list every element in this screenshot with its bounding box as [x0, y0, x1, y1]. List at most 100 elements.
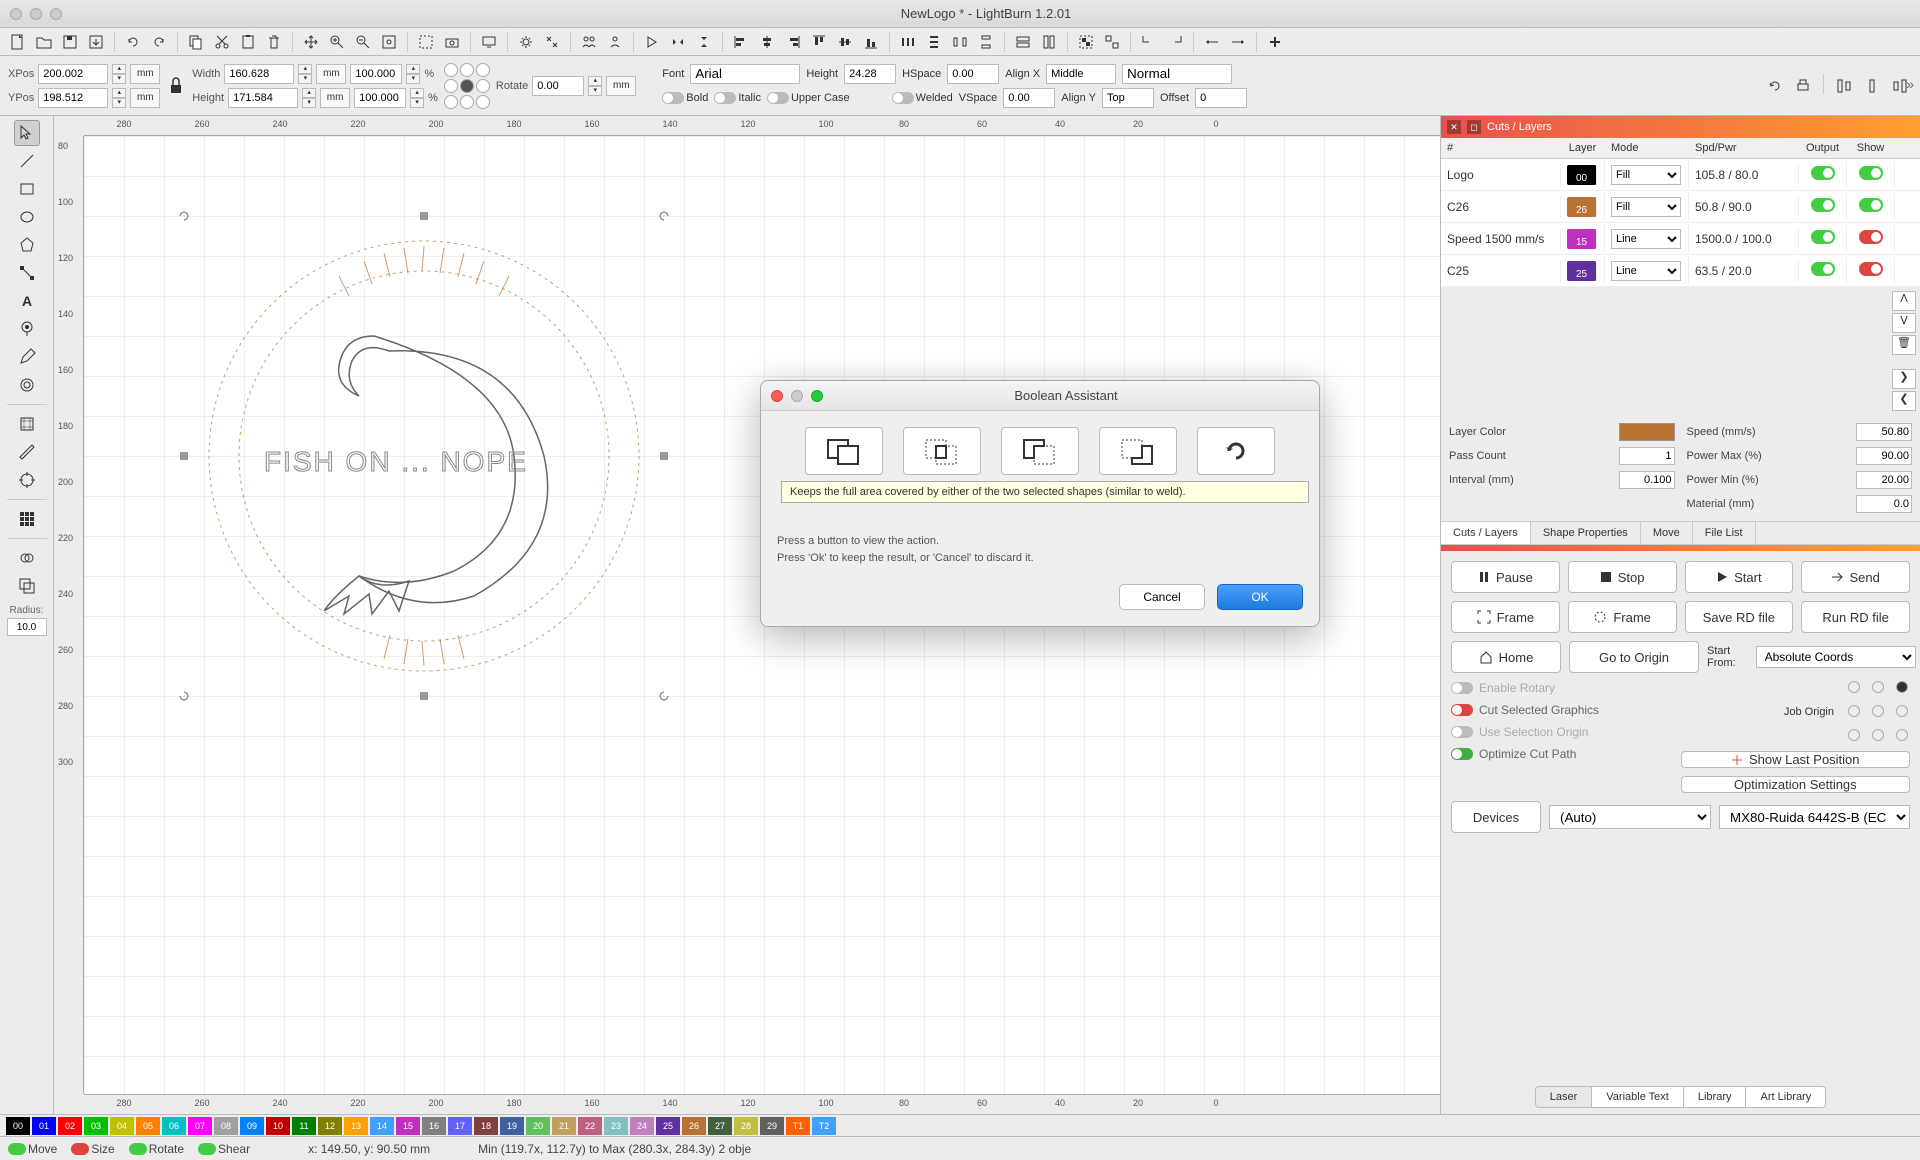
output-toggle[interactable]: [1811, 198, 1835, 212]
height-pct-spinner[interactable]: ▴▾: [410, 88, 424, 108]
material-input[interactable]: [1856, 495, 1912, 513]
tab-move[interactable]: Move: [1641, 522, 1693, 544]
delete-button[interactable]: [262, 30, 286, 54]
powermin-input[interactable]: [1856, 471, 1912, 489]
palette-color[interactable]: 03: [84, 1117, 108, 1135]
select-tool[interactable]: [14, 120, 40, 146]
stop-button[interactable]: Stop: [1568, 561, 1677, 593]
overflow-chevron-icon[interactable]: »: [1906, 76, 1914, 92]
home-button[interactable]: Home: [1451, 641, 1561, 673]
align-v-icon[interactable]: [1832, 74, 1856, 98]
mirror-h-button[interactable]: [666, 30, 690, 54]
palette-color[interactable]: 16: [422, 1117, 446, 1135]
height-pct-input[interactable]: [354, 88, 406, 108]
shear-toggle[interactable]: Shear: [198, 1142, 250, 1156]
redo-button[interactable]: [147, 30, 171, 54]
cancel-button[interactable]: Cancel: [1119, 584, 1205, 610]
pause-button[interactable]: Pause: [1451, 561, 1560, 593]
select-marquee-button[interactable]: [414, 30, 438, 54]
vspace-input[interactable]: [1003, 88, 1055, 108]
palette-color[interactable]: 11: [292, 1117, 316, 1135]
minimize-icon[interactable]: [30, 8, 42, 20]
frame-button[interactable]: Frame: [1451, 601, 1560, 633]
radius-input[interactable]: [7, 618, 47, 636]
layer-up-button[interactable]: ᐱ: [1892, 291, 1916, 311]
dialog-minimize-icon[interactable]: [791, 390, 803, 402]
output-toggle[interactable]: [1811, 166, 1835, 180]
polygon-tool[interactable]: [14, 232, 40, 258]
palette-color[interactable]: 18: [474, 1117, 498, 1135]
enable-rotary-toggle[interactable]: Enable Rotary: [1451, 681, 1681, 695]
new-file-button[interactable]: [6, 30, 30, 54]
align-center-h-button[interactable]: [755, 30, 779, 54]
palette-color[interactable]: 12: [318, 1117, 342, 1135]
palette-color[interactable]: 10: [266, 1117, 290, 1135]
tab-cuts-layers[interactable]: Cuts / Layers: [1441, 522, 1531, 544]
settings-button[interactable]: [514, 30, 538, 54]
show-toggle[interactable]: [1859, 166, 1883, 180]
start-button[interactable]: Start: [1685, 561, 1794, 593]
palette-color[interactable]: 19: [500, 1117, 524, 1135]
goto-origin-button[interactable]: Go to Origin: [1569, 641, 1699, 673]
palette-color[interactable]: 28: [734, 1117, 758, 1135]
boolean-intersect-button[interactable]: [903, 427, 981, 475]
text-tool[interactable]: A: [14, 288, 40, 314]
palette-color[interactable]: 01: [32, 1117, 56, 1135]
palette-color[interactable]: 20: [526, 1117, 550, 1135]
send-button[interactable]: Send: [1801, 561, 1910, 593]
panel-close-icon[interactable]: ✕: [1447, 120, 1461, 134]
rotate-spinner[interactable]: ▴▾: [588, 76, 602, 96]
palette-color[interactable]: 14: [370, 1117, 394, 1135]
origin-grid[interactable]: [444, 63, 490, 109]
zoom-out-button[interactable]: [351, 30, 375, 54]
layer-left-button[interactable]: ❮: [1892, 391, 1916, 411]
preview-button[interactable]: [640, 30, 664, 54]
font-height-input[interactable]: [844, 64, 896, 84]
device-settings-button[interactable]: [540, 30, 564, 54]
show-toggle[interactable]: [1859, 262, 1883, 276]
ok-button[interactable]: OK: [1217, 584, 1303, 610]
dot-tool-2[interactable]: [1226, 30, 1250, 54]
font-select[interactable]: [690, 64, 800, 84]
height-spinner[interactable]: ▴▾: [302, 88, 316, 108]
width-pct-spinner[interactable]: ▴▾: [406, 64, 420, 84]
align-bottom-button[interactable]: [859, 30, 883, 54]
alignx-select[interactable]: [1046, 64, 1116, 84]
port-select[interactable]: (Auto): [1549, 805, 1711, 829]
italic-toggle[interactable]: Italic: [714, 92, 761, 104]
move-toggle[interactable]: Move: [8, 1142, 57, 1156]
use-selection-toggle[interactable]: Use Selection Origin: [1451, 725, 1681, 739]
offset-tool[interactable]: [14, 372, 40, 398]
welded-toggle[interactable]: Welded: [892, 92, 953, 104]
maximize-icon[interactable]: [50, 8, 62, 20]
palette-color[interactable]: 15: [396, 1117, 420, 1135]
open-file-button[interactable]: [32, 30, 56, 54]
offset-input[interactable]: [1195, 88, 1247, 108]
mode-select[interactable]: Line: [1611, 229, 1681, 249]
align-right-button[interactable]: [781, 30, 805, 54]
palette-color[interactable]: 26: [682, 1117, 706, 1135]
cut-selected-toggle[interactable]: Cut Selected Graphics: [1451, 703, 1681, 717]
xpos-spinner[interactable]: ▴▾: [112, 64, 126, 84]
rotate-toggle[interactable]: Rotate: [129, 1142, 184, 1156]
boolean-subtract-b-button[interactable]: [1099, 427, 1177, 475]
cuts-row[interactable]: C25 25 Line 63.5 / 20.0: [1441, 255, 1920, 287]
zoom-frame-button[interactable]: [377, 30, 401, 54]
artwork-selection[interactable]: FISH ON ... NOPE: [184, 216, 664, 696]
height-input[interactable]: [228, 88, 298, 108]
same-width-button[interactable]: [1011, 30, 1035, 54]
show-toggle[interactable]: [1859, 230, 1883, 244]
undo-button[interactable]: [121, 30, 145, 54]
distribute-v-button[interactable]: [922, 30, 946, 54]
rectangle-tool[interactable]: [14, 176, 40, 202]
rotate-handle-icon[interactable]: [656, 688, 672, 704]
speed-input[interactable]: [1856, 423, 1912, 441]
tab-variable-text[interactable]: Variable Text: [1592, 1086, 1684, 1108]
palette-color[interactable]: 05: [136, 1117, 160, 1135]
xpos-input[interactable]: [38, 64, 108, 84]
ungroup-button[interactable]: [1100, 30, 1124, 54]
ellipse-tool[interactable]: [14, 204, 40, 230]
save-rd-button[interactable]: Save RD file: [1685, 601, 1794, 633]
palette-color[interactable]: 08: [214, 1117, 238, 1135]
palette-color[interactable]: 02: [58, 1117, 82, 1135]
